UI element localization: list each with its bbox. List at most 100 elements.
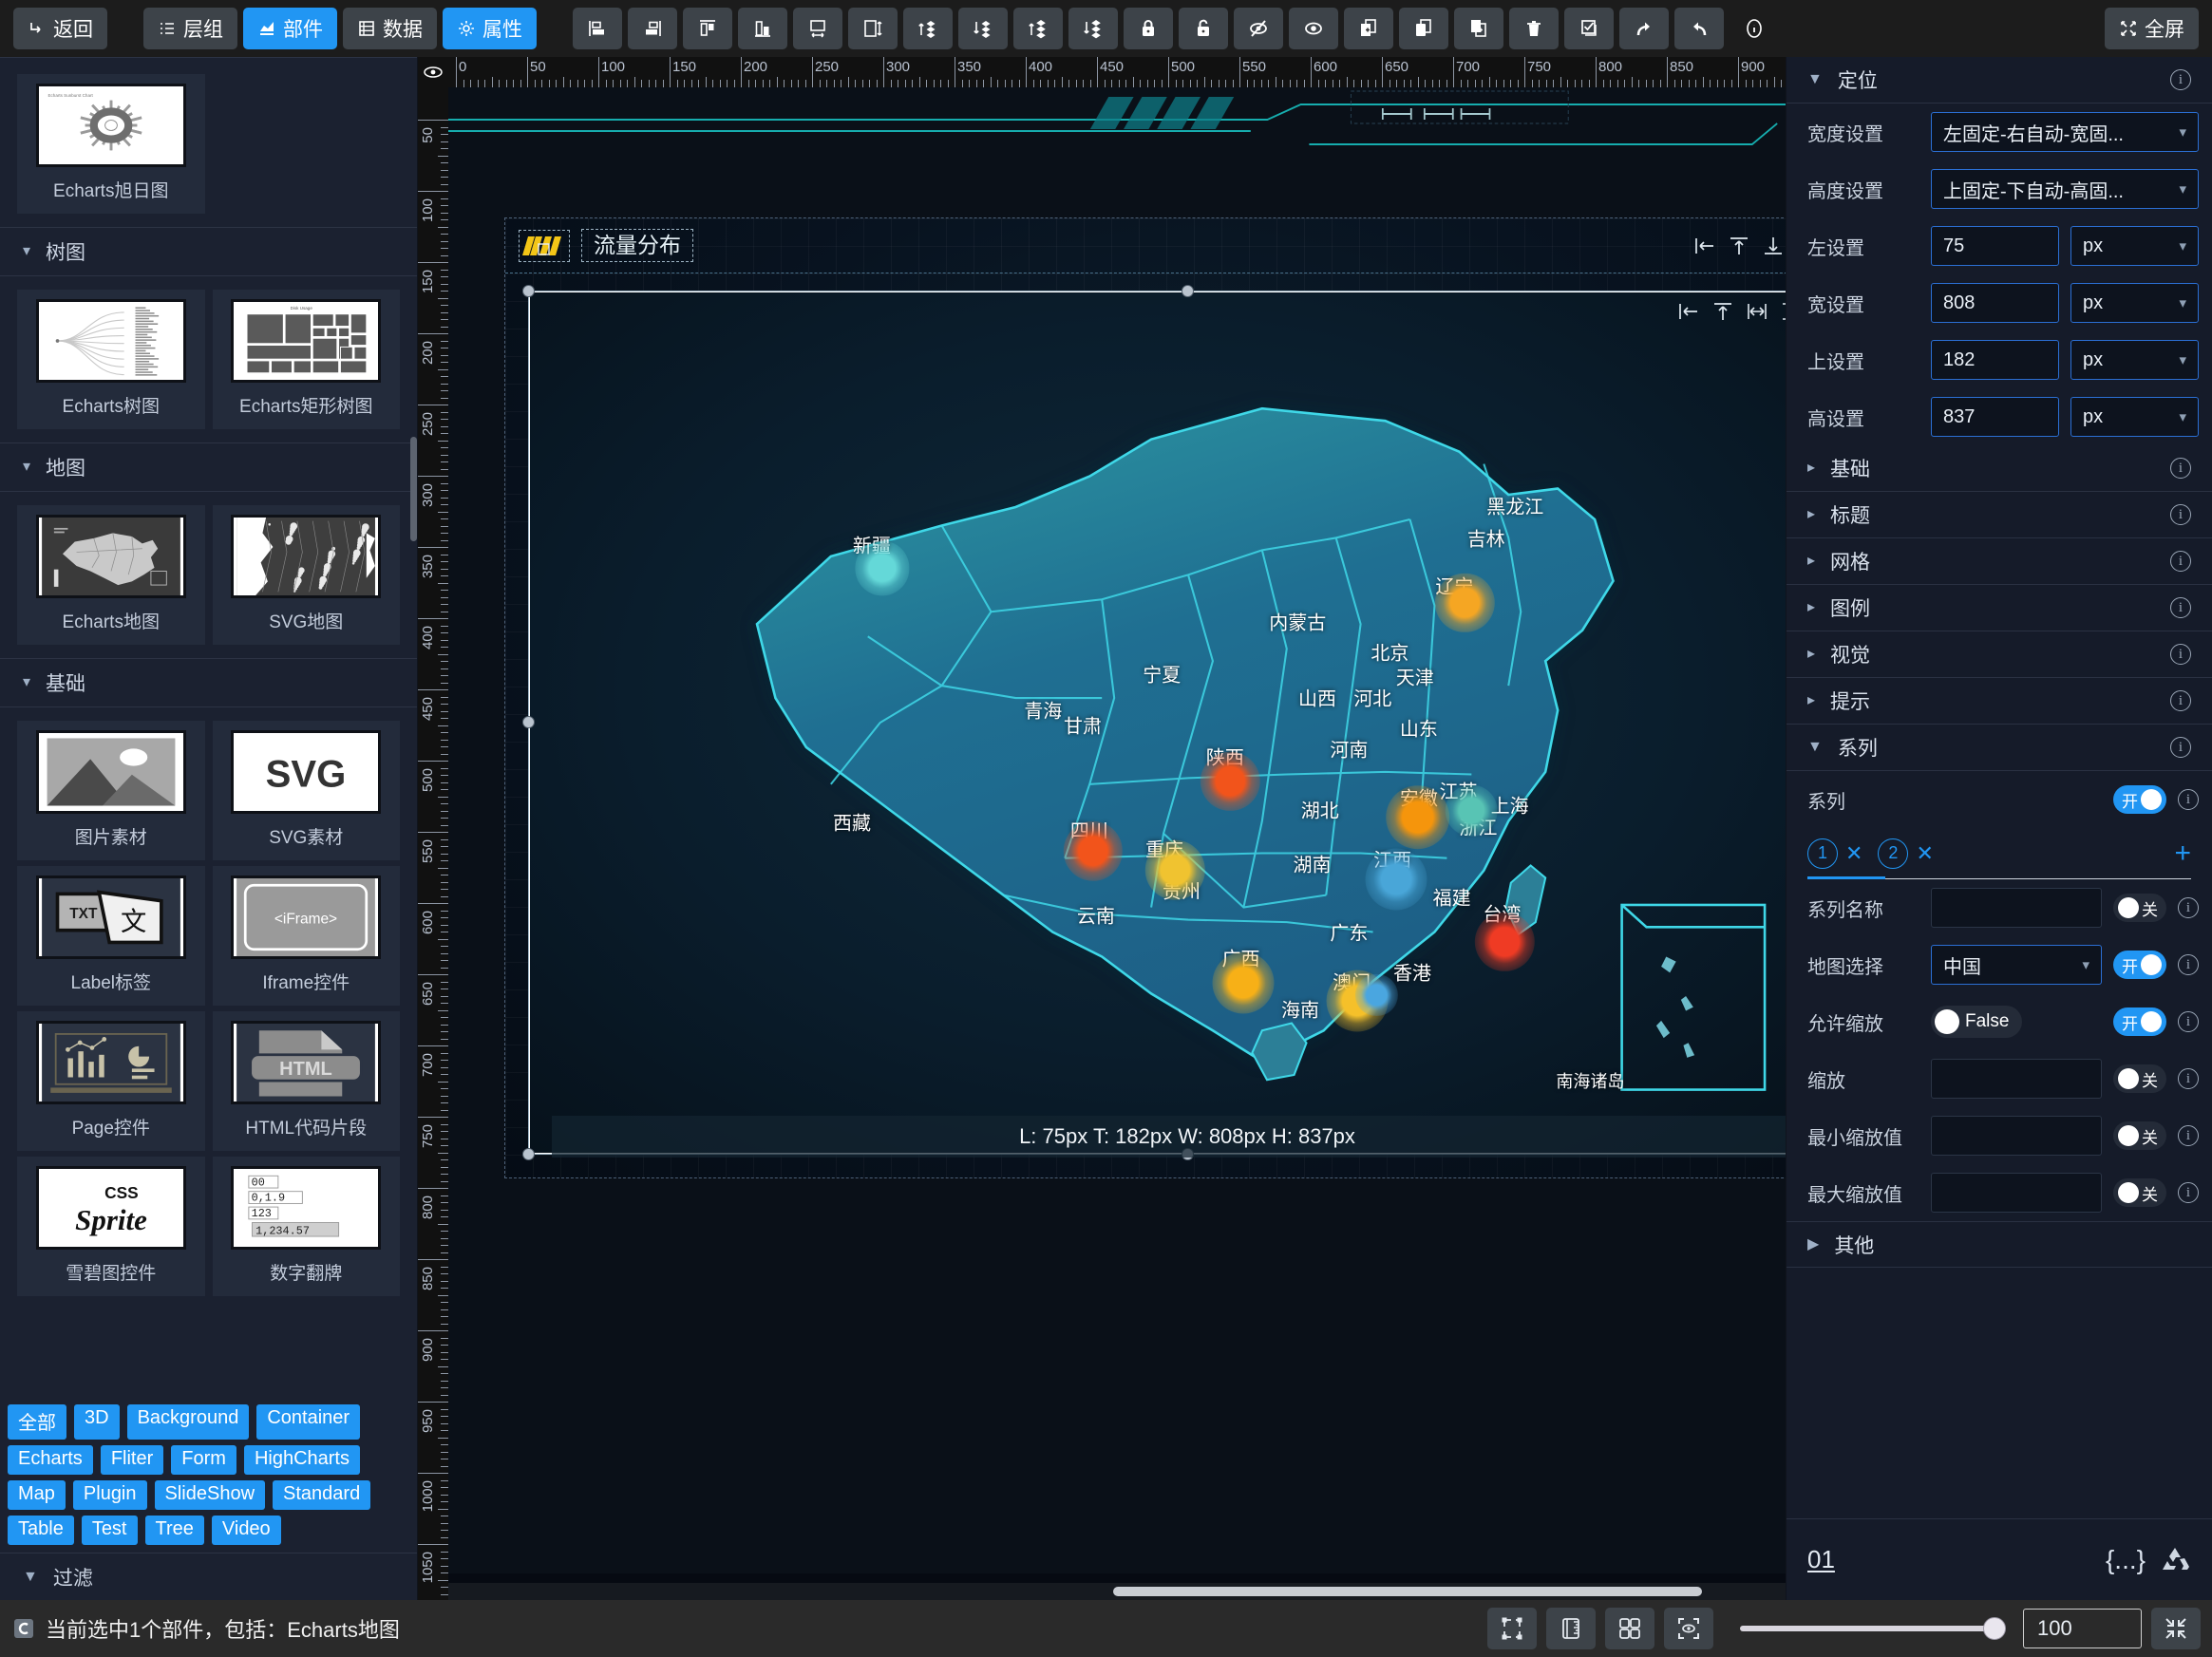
align-bottom-icon[interactable] bbox=[1761, 234, 1786, 258]
align-top-icon[interactable] bbox=[1727, 234, 1751, 258]
ruler-origin-toggle[interactable] bbox=[418, 57, 448, 87]
info-icon[interactable]: i bbox=[2178, 897, 2199, 918]
property-select[interactable]: 上固定-下自动-高固... ▾ bbox=[1931, 169, 2199, 209]
tag-fliter[interactable]: Fliter bbox=[100, 1445, 164, 1475]
property-unit-select[interactable]: px ▾ bbox=[2070, 226, 2199, 266]
component-library-scrollbar[interactable] bbox=[410, 437, 417, 541]
properties-button[interactable]: 属性 bbox=[443, 8, 537, 49]
layers-button[interactable]: 层组 bbox=[143, 8, 237, 49]
tag-3d[interactable]: 3D bbox=[74, 1404, 120, 1440]
component-card[interactable]: 图片素材 bbox=[17, 721, 205, 860]
page-number[interactable]: 01 bbox=[1807, 1545, 1835, 1574]
property-unit-select[interactable]: px ▾ bbox=[2070, 283, 2199, 323]
property-input[interactable]: 75 bbox=[1931, 226, 2059, 266]
recycle-icon[interactable] bbox=[2159, 1545, 2191, 1575]
category-header-基础[interactable]: ▾ 基础 bbox=[0, 658, 417, 707]
component-card[interactable]: SVG地图 bbox=[212, 505, 400, 645]
fullscreen-button[interactable]: 全屏 bbox=[2105, 8, 2199, 49]
canvas-scroll-thumb[interactable] bbox=[1113, 1587, 1702, 1596]
echarts-map-widget[interactable]: 新疆黑龙江吉林辽宁内蒙古北京天津宁夏山西河北青海甘肃山东陕西河南四川重庆西藏湖北… bbox=[522, 285, 1786, 1160]
info-icon[interactable]: i bbox=[2170, 458, 2191, 479]
component-card[interactable]: <iFrame> Iframe控件 bbox=[212, 866, 400, 1006]
component-card[interactable]: Echarts地图 bbox=[17, 505, 205, 645]
filter-section-header[interactable]: ▼ 过滤 bbox=[0, 1553, 417, 1600]
align-left-icon-button[interactable] bbox=[573, 8, 622, 49]
show-icon-button[interactable] bbox=[1289, 8, 1338, 49]
tag-container[interactable]: Container bbox=[256, 1404, 361, 1440]
distribute-horizontal-icon-button[interactable] bbox=[793, 8, 842, 49]
info-icon[interactable]: i bbox=[2170, 644, 2191, 665]
info-icon[interactable]: i bbox=[2170, 504, 2191, 525]
section-header-标题[interactable]: ▸ 标题 i bbox=[1787, 492, 2212, 538]
tag-slideshow[interactable]: SlideShow bbox=[154, 1480, 266, 1510]
add-page-icon-button[interactable] bbox=[1344, 8, 1393, 49]
align-left-icon[interactable] bbox=[1692, 234, 1717, 258]
property-select[interactable]: 左固定-右自动-宽固... ▾ bbox=[1931, 112, 2199, 152]
back-button[interactable]: 返回 bbox=[13, 8, 107, 49]
info-icon-button[interactable] bbox=[1730, 8, 1779, 49]
tag-standard[interactable]: Standard bbox=[273, 1480, 371, 1510]
section-header-position[interactable]: ▼ 定位 i bbox=[1787, 57, 2212, 104]
series-tab-1[interactable]: 1 bbox=[1807, 838, 1838, 869]
map-point[interactable] bbox=[1355, 973, 1398, 1017]
series-tab-close-1[interactable]: ✕ bbox=[1845, 841, 1862, 866]
align-right-icon-button[interactable] bbox=[628, 8, 677, 49]
map-point[interactable] bbox=[1446, 784, 1498, 837]
property-enable-toggle[interactable]: 关 bbox=[2113, 894, 2166, 922]
bring-forward-icon-button[interactable] bbox=[903, 8, 953, 49]
component-card[interactable]: Disk Usage Echarts矩形树图 bbox=[212, 290, 400, 429]
selection-frame-button[interactable] bbox=[1487, 1608, 1537, 1649]
series-tab-2[interactable]: 2 bbox=[1878, 838, 1909, 869]
series-tab-close-2[interactable]: ✕ bbox=[1916, 841, 1933, 866]
category-header-地图[interactable]: ▾ 地图 bbox=[0, 442, 417, 492]
tag-video[interactable]: Video bbox=[211, 1516, 281, 1545]
distribute-vertical-icon-button[interactable] bbox=[848, 8, 898, 49]
info-icon[interactable]: i bbox=[2170, 551, 2191, 572]
redo-icon-button[interactable] bbox=[1619, 8, 1669, 49]
property-enable-toggle[interactable]: 关 bbox=[2113, 1064, 2166, 1093]
map-point[interactable] bbox=[1365, 848, 1427, 911]
property-enable-toggle[interactable]: 关 bbox=[2113, 1178, 2166, 1207]
vertical-ruler[interactable]: 50 100 150 200 250 300 350 400 450 500 550 600 650 70… bbox=[418, 87, 448, 1600]
component-card[interactable]: Page控件 bbox=[17, 1011, 205, 1151]
section-header-网格[interactable]: ▸ 网格 i bbox=[1787, 538, 2212, 585]
select-all-icon-button[interactable] bbox=[1564, 8, 1614, 49]
property-input[interactable]: 808 bbox=[1931, 283, 2059, 323]
tag-form[interactable]: Form bbox=[171, 1445, 236, 1475]
tag-tree[interactable]: Tree bbox=[144, 1516, 204, 1545]
property-select[interactable]: 中国 ▾ bbox=[1931, 945, 2102, 985]
send-to-back-icon-button[interactable] bbox=[1068, 8, 1118, 49]
info-icon[interactable]: i bbox=[2178, 1011, 2199, 1032]
unlock-icon-button[interactable] bbox=[1179, 8, 1228, 49]
component-library-scroll[interactable]: Echarts Sunburst Chart Echarts旭日图 ▾ 树图 Echar… bbox=[0, 57, 417, 1600]
property-input[interactable]: 837 bbox=[1931, 397, 2059, 437]
property-unit-select[interactable]: px ▾ bbox=[2070, 397, 2199, 437]
data-button[interactable]: 数据 bbox=[343, 8, 437, 49]
map-point[interactable] bbox=[1385, 785, 1450, 850]
zoom-slider[interactable] bbox=[1740, 1617, 2006, 1640]
zoom-value-input[interactable]: 100 bbox=[2023, 1609, 2142, 1648]
tag-plugin[interactable]: Plugin bbox=[72, 1480, 147, 1510]
tag-map[interactable]: Map bbox=[8, 1480, 66, 1510]
info-icon[interactable]: i bbox=[2178, 1068, 2199, 1089]
component-card[interactable]: CSS Sprite 雪碧图控件 bbox=[17, 1157, 205, 1296]
tag-echarts[interactable]: Echarts bbox=[8, 1445, 93, 1475]
property-bool-toggle[interactable]: False bbox=[1931, 1006, 2023, 1038]
tag-全部[interactable]: 全部 bbox=[8, 1404, 66, 1440]
component-card[interactable]: HTML HTML代码片段 bbox=[212, 1011, 400, 1151]
section-header-视觉[interactable]: ▸ 视觉 i bbox=[1787, 631, 2212, 678]
section-header-提示[interactable]: ▸ 提示 i bbox=[1787, 678, 2212, 725]
bring-to-front-icon-button[interactable] bbox=[1013, 8, 1063, 49]
property-enable-toggle[interactable]: 开 bbox=[2113, 1007, 2166, 1036]
property-input[interactable] bbox=[1931, 1173, 2102, 1213]
property-input[interactable] bbox=[1931, 1116, 2102, 1156]
property-input[interactable] bbox=[1931, 1059, 2102, 1099]
component-card[interactable]: Echarts树图 bbox=[17, 290, 205, 429]
component-card[interactable]: 00 0,1.9 123 1,234.57 数字翻牌 bbox=[212, 1157, 400, 1296]
property-input[interactable]: 182 bbox=[1931, 340, 2059, 380]
duplicate-icon-button[interactable] bbox=[1454, 8, 1503, 49]
info-icon[interactable]: i bbox=[2178, 789, 2199, 810]
section-header-图例[interactable]: ▸ 图例 i bbox=[1787, 585, 2212, 631]
map-point[interactable] bbox=[855, 540, 910, 596]
collapse-button[interactable] bbox=[2151, 1608, 2201, 1649]
